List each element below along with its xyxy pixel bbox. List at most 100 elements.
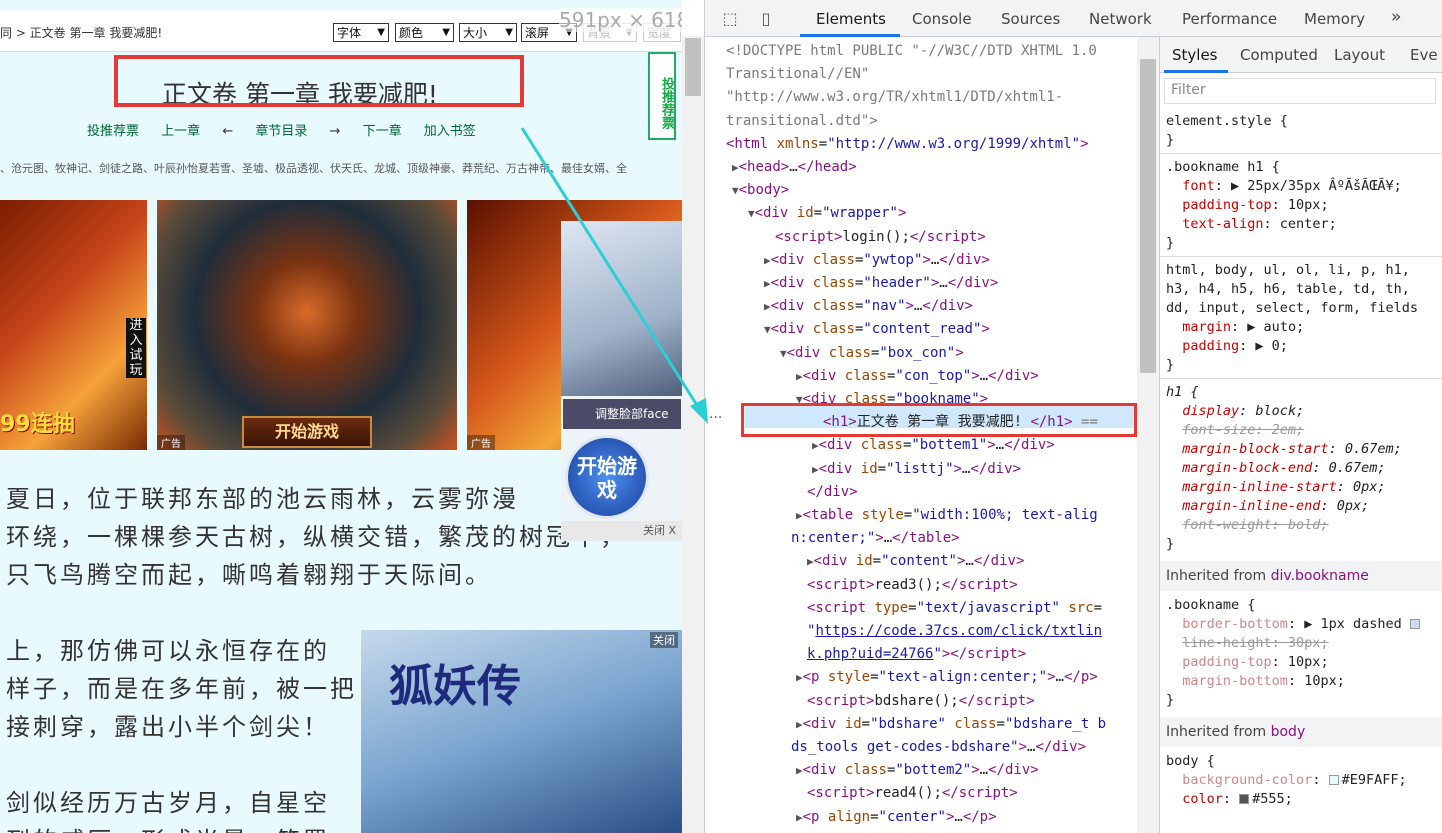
style-rule-line[interactable]: } <box>1166 692 1174 708</box>
style-rule-line[interactable]: html, body, ul, ol, li, p, h1, <box>1166 262 1410 278</box>
dom-node-line[interactable]: <script>read3();</script> <box>807 574 1018 597</box>
dom-node-line[interactable]: "http://www.w3.org/TR/xhtml1/DTD/xhtml1- <box>726 86 1063 109</box>
style-rule-line[interactable]: element.style { <box>1166 113 1288 129</box>
dom-node-line[interactable]: transitional.dtd"> <box>726 110 878 133</box>
style-rule-line[interactable]: dd, input, select, form, fields <box>1166 300 1418 316</box>
style-rule-line[interactable]: border-bottom: ▶ 1px dashed <box>1166 616 1423 632</box>
dom-node-line[interactable]: ▼<div class="content_read"> <box>764 318 990 341</box>
tab-styles[interactable]: Styles <box>1172 46 1218 64</box>
dom-node-line[interactable]: ▶<table style="width:100%; text-alig <box>796 504 1098 527</box>
style-rule-line[interactable]: padding-top: 10px; <box>1166 197 1328 213</box>
tab-event-listeners[interactable]: Eve <box>1410 46 1438 64</box>
style-rule-line[interactable]: display: block; <box>1166 403 1304 419</box>
dom-node-line[interactable]: ▶<div class="bottem2">…</div> <box>796 759 1039 782</box>
style-rule-line[interactable]: font-size: 2em; <box>1166 422 1304 438</box>
dom-node-line[interactable]: <script type="text/javascript" src= <box>807 597 1102 620</box>
dom-node-line[interactable]: ▶<div id="content">…</div> <box>807 550 1024 573</box>
dom-scrollbar[interactable] <box>1137 37 1159 833</box>
more-tabs-icon[interactable]: » <box>1391 7 1401 27</box>
style-rule-line[interactable]: margin: ▶ auto; <box>1166 319 1304 335</box>
style-rule-line[interactable]: } <box>1166 536 1174 552</box>
dom-node-line[interactable]: ▶<div class="ywtop">…</div> <box>764 249 990 272</box>
style-rule-line[interactable]: margin-block-start: 0.67em; <box>1166 441 1401 457</box>
dom-node-line[interactable]: </div> <box>807 481 858 504</box>
game-ad-2[interactable]: 开始游戏 广告 <box>157 200 457 450</box>
style-rule-line[interactable]: body { <box>1166 753 1215 769</box>
tab-memory[interactable]: Memory <box>1304 10 1365 28</box>
style-rule-line[interactable]: color: #555; <box>1166 791 1293 807</box>
dom-node-line[interactable]: ▼<div id="wrapper"> <box>748 202 906 225</box>
tab-performance[interactable]: Performance <box>1182 10 1277 28</box>
dom-node-line[interactable]: n:center;">…</table> <box>791 527 960 550</box>
scrollbar-thumb[interactable] <box>1140 59 1156 373</box>
popup-close-button[interactable]: 关闭 X <box>561 521 682 541</box>
breadcrumb[interactable]: 同 > 正文卷 第一章 我要减肥! <box>0 24 162 41</box>
tab-computed[interactable]: Computed <box>1240 46 1318 64</box>
color-select[interactable]: 颜色 ▼ <box>395 23 454 42</box>
style-rule-line[interactable]: padding: ▶ 0; <box>1166 338 1288 354</box>
dom-node-line[interactable]: ▶<div class="con_top">…</div> <box>796 365 1039 388</box>
dom-node-line[interactable]: <!DOCTYPE html PUBLIC "-//W3C//DTD XHTML… <box>726 40 1097 63</box>
dom-node-line[interactable]: ▶<div class="nav">…</div> <box>764 295 973 318</box>
dom-node-line[interactable]: ▶<div class="bottem1">…</div> <box>812 434 1055 457</box>
font-select[interactable]: 字体 ▼ <box>333 23 389 42</box>
device-toggle-icon[interactable]: ▯ <box>757 9 775 28</box>
dom-node-line[interactable]: ▶<div id="listtj">…</div> <box>812 458 1021 481</box>
tab-console[interactable]: Console <box>912 10 972 28</box>
style-rule-line[interactable]: font: ▶ 25px/35px ÂºÃšÃŒÃ¥; <box>1166 178 1401 194</box>
style-rule-line[interactable]: } <box>1166 132 1174 148</box>
bookmark-link[interactable]: 加入书签 <box>424 124 476 139</box>
dom-node-line[interactable]: ▼<div class="box_con"> <box>780 342 964 365</box>
style-rule-line[interactable]: h3, h4, h5, h6, table, td, th, <box>1166 281 1410 297</box>
inspect-icon[interactable]: ⬚ <box>721 9 739 28</box>
related-books[interactable]: 、沧元图、牧神记、剑徒之路、叶辰孙怡夏若雪、圣墟、极品透视、伏天氏、龙城、顶级神… <box>0 160 627 176</box>
dom-node-line[interactable]: ▶<div class="header">…</div> <box>764 272 998 295</box>
prev-chapter-link[interactable]: 上一章 <box>161 124 200 139</box>
next-chapter-link[interactable]: 下一章 <box>363 124 402 139</box>
scrollbar-thumb[interactable] <box>685 38 701 96</box>
dom-node-line[interactable]: ▶<p style="text-align:center;">…</p> <box>796 666 1098 689</box>
style-rule-line[interactable]: line-height: 30px; <box>1166 635 1328 651</box>
style-rule-line[interactable]: margin-inline-start: 0px; <box>1166 479 1385 495</box>
style-rule-line[interactable]: background-color: #E9FAFF; <box>1166 772 1406 788</box>
dom-node-line[interactable]: <script>read4();</script> <box>807 782 1018 805</box>
ad-play-button[interactable]: 开始游戏 <box>565 435 649 519</box>
dom-node-line[interactable]: <script>login();</script> <box>775 226 986 249</box>
page-scrollbar[interactable] <box>682 36 704 833</box>
style-rule-line[interactable]: } <box>1166 235 1174 251</box>
game-ad-1[interactable]: 进入试玩 99连抽 <box>0 200 147 450</box>
dom-node-line[interactable]: k.php?uid=24766"></script> <box>807 643 1026 666</box>
dom-node-line[interactable]: ▶<p align="center">…</p> <box>796 806 997 829</box>
vote-button[interactable]: 投推荐票 <box>648 52 676 140</box>
bottom-ad[interactable]: 狐妖传 关闭 <box>361 630 682 833</box>
style-rule-line[interactable]: h1 { <box>1166 384 1199 400</box>
style-rule-line[interactable]: .bookname { <box>1166 597 1255 613</box>
dom-node-line[interactable]: ▼<body> <box>732 179 789 202</box>
ad-side-label[interactable]: 进入试玩 <box>126 318 146 378</box>
style-rule-line[interactable]: margin-block-end: 0.67em; <box>1166 460 1385 476</box>
ad-start-button[interactable]: 开始游戏 <box>242 416 372 448</box>
style-rule-line[interactable]: font-weight: bold; <box>1166 517 1328 533</box>
dom-node-line[interactable]: <script>bdshare();</script> <box>807 690 1035 713</box>
node-actions-icon[interactable]: ··· <box>709 410 722 426</box>
style-rule-line[interactable]: margin-inline-end: 0px; <box>1166 498 1369 514</box>
style-rule-line[interactable]: margin-bottom: 10px; <box>1166 673 1345 689</box>
style-rule-line[interactable]: padding-top: 10px; <box>1166 654 1328 670</box>
inherited-selector[interactable]: body <box>1271 724 1306 740</box>
tab-network[interactable]: Network <box>1089 10 1152 28</box>
popup-ad[interactable]: 调整脸部face 开始游戏 关闭 X <box>561 221 682 541</box>
inherited-selector[interactable]: div.bookname <box>1271 568 1369 584</box>
size-select[interactable]: 大小 ▼ <box>459 23 517 42</box>
style-rule-line[interactable]: .bookname h1 { <box>1166 159 1280 175</box>
styles-filter-input[interactable]: Filter <box>1164 78 1436 104</box>
dom-node-line[interactable]: ▶<div id="bdshare" class="bdshare_t b <box>796 713 1106 736</box>
tab-layout[interactable]: Layout <box>1334 46 1385 64</box>
ad-close-button[interactable]: 关闭 <box>650 632 678 648</box>
dom-node-line[interactable]: ▶<head>…</head> <box>732 156 857 179</box>
toc-link[interactable]: 章节目录 <box>255 124 307 139</box>
tab-sources[interactable]: Sources <box>1001 10 1060 28</box>
dom-node-line[interactable]: Transitional//EN" <box>726 63 869 86</box>
style-rule-line[interactable]: text-align: center; <box>1166 216 1336 232</box>
vote-link[interactable]: 投推荐票 <box>87 124 139 139</box>
style-rule-line[interactable]: } <box>1166 357 1174 373</box>
